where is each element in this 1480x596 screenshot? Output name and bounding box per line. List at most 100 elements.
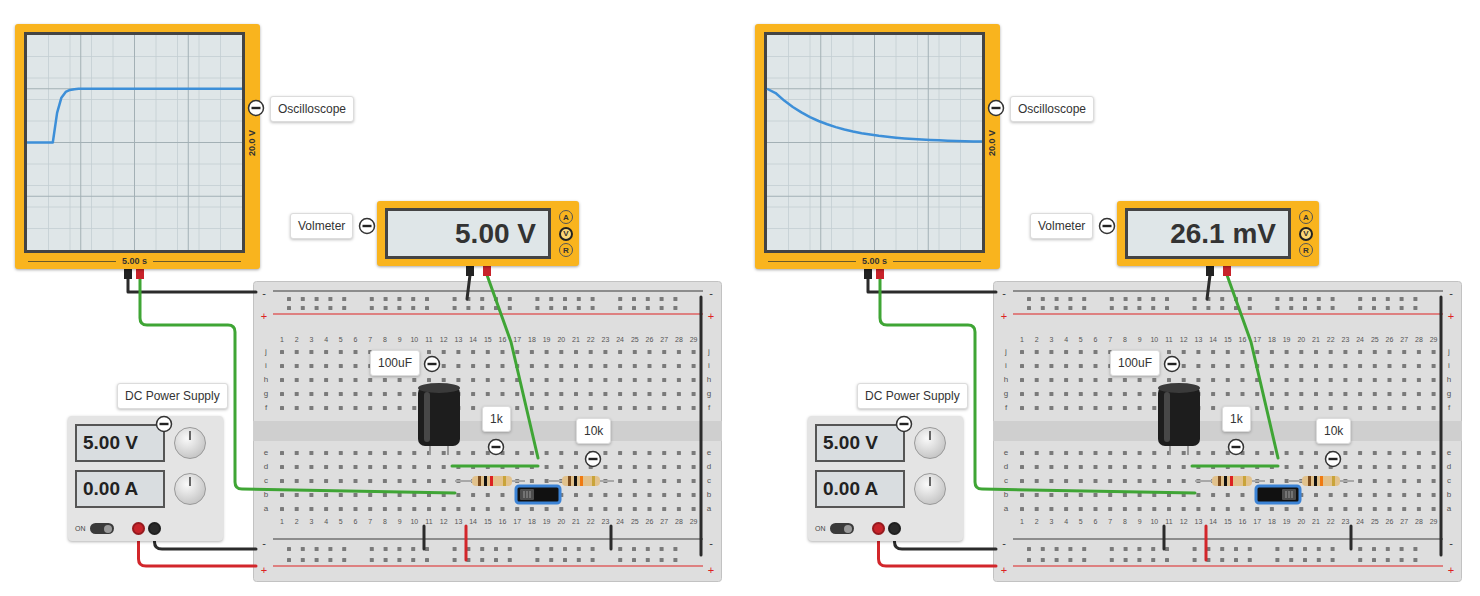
hole[interactable]	[397, 547, 401, 551]
hole[interactable]	[1020, 364, 1024, 368]
hole[interactable]	[618, 350, 622, 354]
negative-terminal[interactable]	[148, 522, 161, 535]
hole[interactable]	[618, 507, 622, 511]
hole[interactable]	[1289, 306, 1293, 310]
collapse-minus-icon[interactable]	[895, 415, 913, 433]
hole[interactable]	[339, 364, 343, 368]
hole[interactable]	[1049, 465, 1053, 469]
hole[interactable]	[1373, 479, 1377, 483]
hole[interactable]	[328, 558, 332, 562]
hole[interactable]	[1094, 350, 1098, 354]
hole[interactable]	[324, 507, 328, 511]
hole[interactable]	[1400, 558, 1404, 562]
hole[interactable]	[1124, 306, 1128, 310]
mode-button[interactable]: R	[1299, 243, 1313, 257]
voltmeter[interactable]: 26.1 mVAVR	[1117, 201, 1319, 266]
hole[interactable]	[1343, 507, 1347, 511]
hole[interactable]	[1299, 378, 1303, 382]
jumper-wire[interactable]	[452, 465, 538, 468]
hole[interactable]	[1211, 493, 1215, 497]
hole[interactable]	[1343, 465, 1347, 469]
hole[interactable]	[559, 350, 563, 354]
hole[interactable]	[574, 507, 578, 511]
hole[interactable]	[1041, 558, 1045, 562]
voltmeter-ground-wire[interactable]	[1207, 275, 1210, 299]
hole[interactable]	[1068, 547, 1072, 551]
hole[interactable]	[466, 547, 470, 551]
hole[interactable]	[1373, 451, 1377, 455]
voltmeter-ground-wire[interactable]	[467, 275, 470, 299]
hole[interactable]	[633, 507, 637, 511]
hole[interactable]	[354, 493, 358, 497]
hole[interactable]	[515, 406, 519, 410]
ground-wire[interactable]	[1163, 526, 1166, 549]
hole[interactable]	[486, 465, 490, 469]
hole[interactable]	[1079, 364, 1083, 368]
hole[interactable]	[559, 493, 563, 497]
hole[interactable]	[339, 350, 343, 354]
hole[interactable]	[1182, 406, 1186, 410]
hole[interactable]	[530, 406, 534, 410]
hole[interactable]	[1388, 406, 1392, 410]
hole[interactable]	[662, 493, 666, 497]
hole[interactable]	[692, 350, 696, 354]
hole[interactable]	[427, 507, 431, 511]
hole[interactable]	[1402, 479, 1406, 483]
hole[interactable]	[662, 378, 666, 382]
hole[interactable]	[456, 392, 460, 396]
hole[interactable]	[648, 507, 652, 511]
hole[interactable]	[1386, 306, 1390, 310]
hole[interactable]	[1314, 451, 1318, 455]
hole[interactable]	[1270, 479, 1274, 483]
hole[interactable]	[368, 406, 372, 410]
hole[interactable]	[1079, 378, 1083, 382]
collapse-minus-icon[interactable]	[155, 415, 173, 433]
hole[interactable]	[1108, 465, 1112, 469]
hole[interactable]	[1402, 350, 1406, 354]
hole[interactable]	[1343, 392, 1347, 396]
hole[interactable]	[1068, 297, 1072, 301]
hole[interactable]	[1417, 350, 1421, 354]
hole[interactable]	[412, 479, 416, 483]
hole[interactable]	[384, 547, 388, 551]
hole[interactable]	[368, 465, 372, 469]
hole[interactable]	[324, 364, 328, 368]
hole[interactable]	[453, 558, 457, 562]
hole[interactable]	[1226, 350, 1230, 354]
hole[interactable]	[1343, 451, 1347, 455]
hole[interactable]	[1270, 406, 1274, 410]
hole[interactable]	[466, 306, 470, 310]
hole[interactable]	[383, 465, 387, 469]
hole[interactable]	[442, 465, 446, 469]
positive-terminal[interactable]	[872, 522, 885, 535]
hole[interactable]	[1137, 547, 1141, 551]
hole[interactable]	[515, 378, 519, 382]
scope-ground-probe[interactable]	[124, 268, 132, 279]
hole[interactable]	[280, 364, 284, 368]
hole[interactable]	[632, 297, 636, 301]
hole[interactable]	[1343, 493, 1347, 497]
discharge-resistor[interactable]	[548, 476, 614, 486]
hole[interactable]	[1329, 479, 1333, 483]
hole[interactable]	[633, 451, 637, 455]
hole[interactable]	[1358, 465, 1362, 469]
hole[interactable]	[574, 493, 578, 497]
hole[interactable]	[1020, 378, 1024, 382]
hole[interactable]	[1152, 493, 1156, 497]
hole[interactable]	[315, 297, 319, 301]
hole[interactable]	[1079, 406, 1083, 410]
hole[interactable]	[397, 306, 401, 310]
hole[interactable]	[453, 306, 457, 310]
hole[interactable]	[471, 465, 475, 469]
hole[interactable]	[603, 378, 607, 382]
hole[interactable]	[412, 406, 416, 410]
hole[interactable]	[1314, 364, 1318, 368]
hole[interactable]	[618, 547, 622, 551]
hole[interactable]	[1137, 558, 1141, 562]
hole[interactable]	[398, 507, 402, 511]
hole[interactable]	[383, 507, 387, 511]
hole[interactable]	[368, 493, 372, 497]
hole[interactable]	[1137, 306, 1141, 310]
hole[interactable]	[456, 406, 460, 410]
hole[interactable]	[287, 547, 291, 551]
